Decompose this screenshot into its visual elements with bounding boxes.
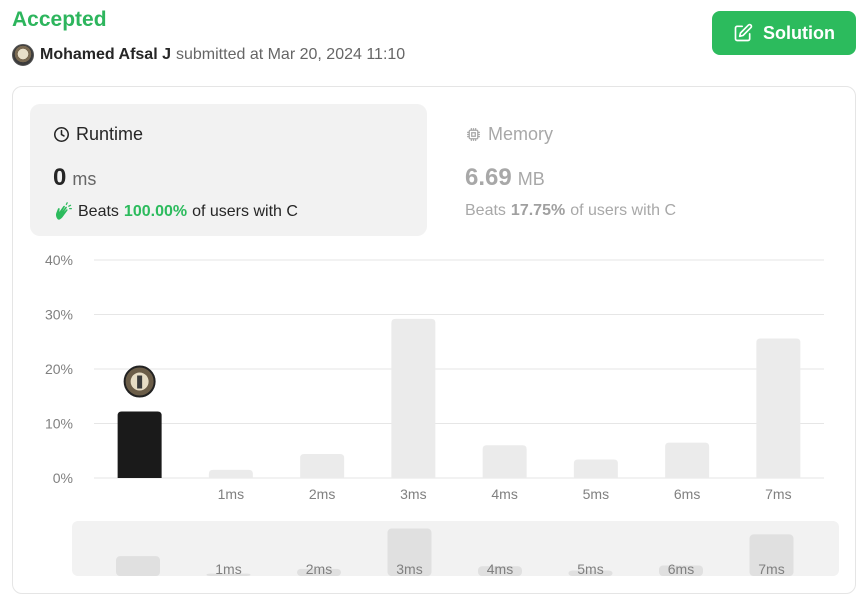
username-link[interactable]: Mohamed Afsal J <box>40 46 171 64</box>
chart-bar <box>117 411 162 478</box>
mini-x-tick-label: 7ms <box>758 561 784 576</box>
chart-bar <box>665 442 710 478</box>
submission-status: Accepted <box>12 8 107 31</box>
mini-x-tick-label: 6ms <box>668 561 694 576</box>
chart-bar <box>391 318 436 478</box>
x-tick-label: 3ms <box>400 486 426 502</box>
x-tick-label: 5ms <box>583 486 609 502</box>
range-overview-chart: 1ms 2ms 3ms 4ms 5ms 6ms 7ms <box>116 528 794 576</box>
chart-bar <box>573 459 618 478</box>
y-tick-label: 10% <box>45 416 73 432</box>
chart-bar <box>756 338 801 478</box>
solution-button[interactable]: Solution <box>712 11 856 55</box>
result-panel: Runtime 0 ms Beats 100.00% of users with… <box>12 86 856 594</box>
chart-bar <box>482 445 527 478</box>
y-tick-label: 30% <box>45 307 73 323</box>
x-tick-label: 7ms <box>765 486 791 502</box>
x-tick-label: 1ms <box>218 486 244 502</box>
mini-x-tick-label: 4ms <box>487 561 513 576</box>
x-tick-label: 2ms <box>309 486 335 502</box>
mini-x-tick-label: 3ms <box>396 561 422 576</box>
edit-icon <box>734 23 753 42</box>
mini-bar <box>116 556 160 576</box>
submitted-timestamp: submitted at Mar 20, 2024 11:10 <box>176 46 406 63</box>
chart-bar <box>300 454 345 478</box>
chart-bar <box>208 469 253 478</box>
user-marker-avatar-figure <box>137 375 143 389</box>
user-avatar[interactable] <box>12 44 34 66</box>
submitter-line: Mohamed Afsal J submitted at Mar 20, 202… <box>12 44 405 66</box>
x-tick-label: 6ms <box>674 486 700 502</box>
y-tick-label: 0% <box>53 470 73 486</box>
mini-x-tick-label: 2ms <box>306 561 332 576</box>
mini-x-tick-label: 5ms <box>577 561 603 576</box>
mini-x-tick-label: 1ms <box>215 561 241 576</box>
solution-button-label: Solution <box>763 22 835 43</box>
runtime-distribution-chart[interactable]: 40% 30% 20% 10% 0% 1ms 2ms 3ms 4ms 5ms 6ms 7ms <box>13 87 855 517</box>
x-tick-label: 4ms <box>491 486 517 502</box>
range-overview[interactable]: 1ms 2ms 3ms 4ms 5ms 6ms 7ms <box>72 521 839 576</box>
y-tick-label: 20% <box>45 361 73 377</box>
y-tick-label: 40% <box>45 252 73 268</box>
